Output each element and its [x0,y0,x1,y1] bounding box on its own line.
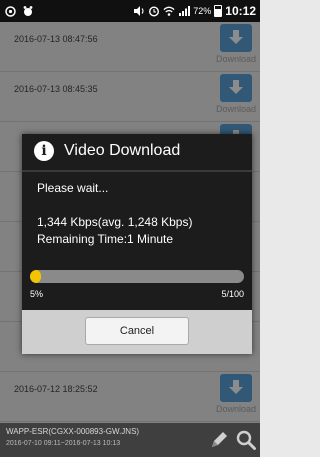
dialog-button-area: Cancel [22,310,252,354]
progress-percent: 5% [30,289,44,299]
remaining-time: Remaining Time:1 Minute [37,232,174,246]
status-bar: 72% 10:12 [0,0,260,22]
date-range: 2016-07-10 09:11~2016-07-13 10:13 [6,440,121,447]
cancel-button[interactable]: Cancel [85,317,189,345]
dialog-title: Video Download [64,142,181,159]
app-notification-icon [22,5,34,17]
progress-count: 5/100 [221,289,244,299]
progress-bar [30,270,244,283]
progress-fill [30,270,41,283]
device-name: WAPP-ESR(CGXX-000893-GW.JNS) [6,427,140,436]
dialog-header: i Video Download [22,134,252,168]
search-icon[interactable] [235,429,257,451]
signal-icon [178,5,191,17]
download-rate: 1,344 Kbps(avg. 1,248 Kbps) [37,215,193,229]
device-bar: WAPP-ESR(CGXX-000893-GW.JNS) 2016-07-10 … [0,423,260,457]
edit-icon[interactable] [208,429,230,451]
volume-icon [133,5,145,17]
info-icon: i [34,141,54,161]
wait-message: Please wait... [37,181,109,195]
battery-icon [214,5,223,17]
clock: 10:12 [225,4,256,18]
alarm-icon [148,5,160,17]
divider [22,170,252,172]
battery-percent: 72% [193,6,212,16]
wifi-icon [163,5,175,17]
video-download-dialog: i Video Download Please wait... 1,344 Kb… [22,134,252,354]
notification-icon [4,5,16,17]
